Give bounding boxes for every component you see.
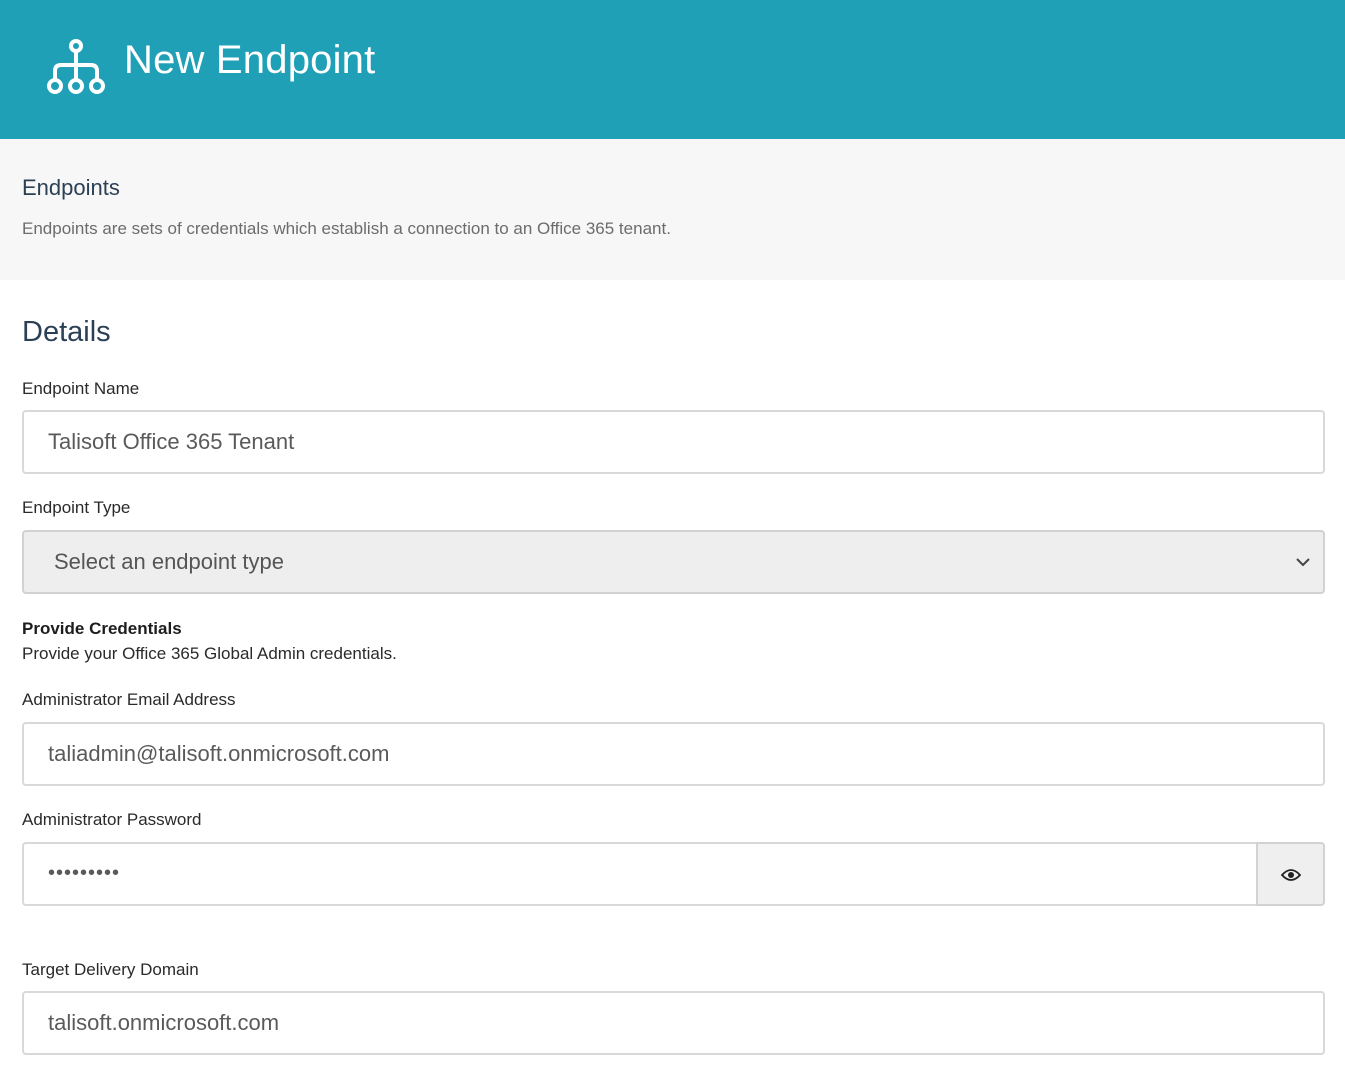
endpoint-type-select[interactable]: Select an endpoint type	[22, 530, 1325, 594]
intro-description: Endpoints are sets of credentials which …	[22, 219, 671, 238]
admin-email-input[interactable]: taliadmin@talisoft.onmicrosoft.com	[22, 722, 1325, 786]
details-heading: Details	[22, 316, 111, 348]
page-header: New Endpoint	[0, 0, 1345, 139]
endpoint-type-label: Endpoint Type	[22, 498, 131, 517]
endpoint-name-value: Talisoft Office 365 Tenant	[48, 429, 295, 454]
target-domain-label: Target Delivery Domain	[22, 960, 199, 979]
intro-panel: Endpoints Endpoints are sets of credenti…	[0, 139, 1345, 280]
credentials-title: Provide Credentials	[22, 619, 182, 638]
admin-email-label: Administrator Email Address	[22, 690, 236, 709]
endpoint-name-label: Endpoint Name	[22, 379, 140, 398]
admin-email-value: taliadmin@talisoft.onmicrosoft.com	[48, 741, 390, 766]
chevron-down-icon	[1296, 558, 1310, 567]
target-domain-input[interactable]: talisoft.onmicrosoft.com	[22, 991, 1325, 1055]
network-tree-icon	[47, 39, 105, 94]
admin-password-label: Administrator Password	[22, 810, 202, 829]
endpoint-name-input[interactable]: Talisoft Office 365 Tenant	[22, 410, 1325, 474]
intro-title: Endpoints	[22, 175, 120, 200]
admin-password-masked: •••••••••	[48, 862, 121, 884]
admin-password-input[interactable]: •••••••••	[22, 842, 1258, 906]
endpoint-type-selected: Select an endpoint type	[54, 549, 284, 574]
credentials-description: Provide your Office 365 Global Admin cre…	[22, 644, 397, 663]
target-domain-value: talisoft.onmicrosoft.com	[48, 1010, 280, 1035]
admin-password-group: •••••••••	[22, 842, 1325, 906]
page-title: New Endpoint	[124, 38, 376, 82]
show-password-button[interactable]	[1256, 842, 1325, 906]
eye-icon	[1281, 869, 1301, 881]
